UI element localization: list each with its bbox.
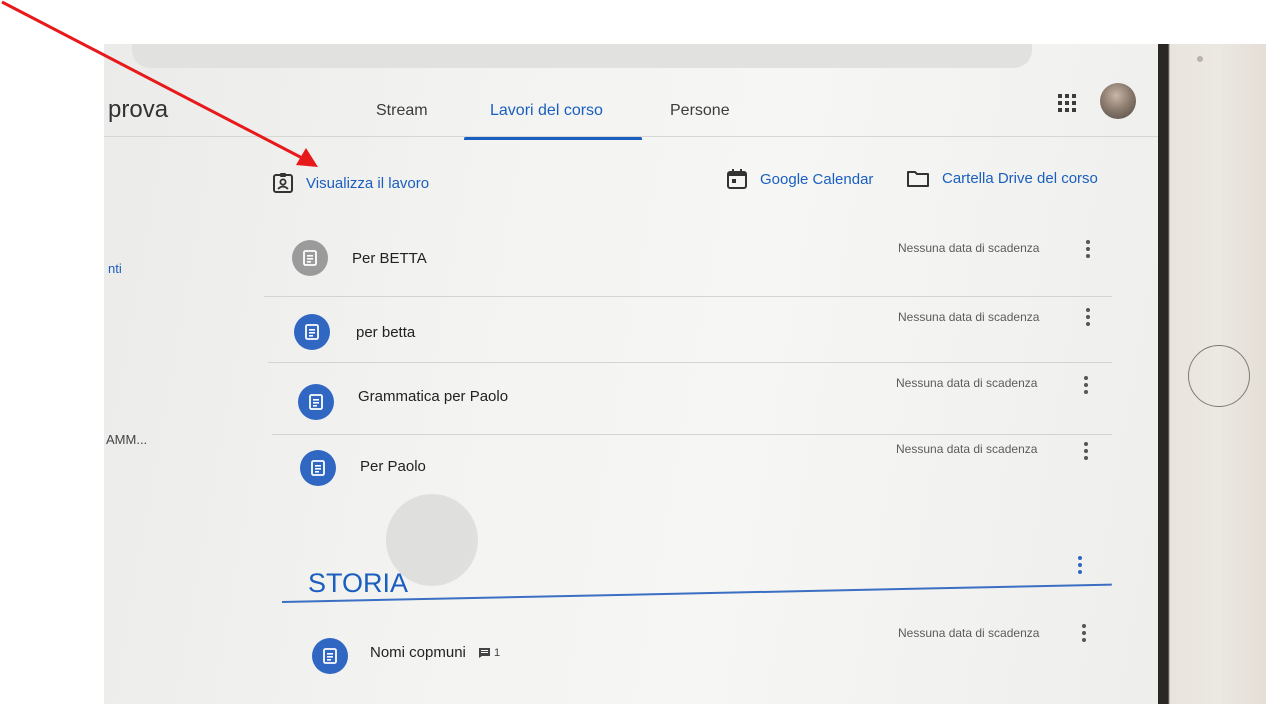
- tab-people[interactable]: Persone: [670, 102, 730, 120]
- assignment-row[interactable]: Nomi copmuni 1 Nessuna data di scadenza: [262, 620, 1112, 680]
- assignment-title: Grammatica per Paolo: [358, 388, 509, 405]
- assignment-row[interactable]: Per Paolo Nessuna data di scadenza: [262, 442, 1112, 498]
- assignment-icon: [312, 638, 348, 674]
- due-date: Nessuna data di scadenza: [896, 442, 1038, 456]
- more-options-icon[interactable]: [1084, 442, 1090, 463]
- sidebar-item-fragment[interactable]: nti: [108, 261, 122, 276]
- topic-title: STORIA: [308, 568, 409, 598]
- google-calendar-link[interactable]: Google Calendar: [726, 168, 873, 190]
- assignment-row[interactable]: per betta Nessuna data di scadenza: [262, 302, 1112, 358]
- assignment-icon: [292, 240, 328, 276]
- more-options-icon[interactable]: [1082, 624, 1088, 645]
- sidebar-item-fragment[interactable]: AMM...: [106, 432, 147, 447]
- device-home-button[interactable]: [1188, 345, 1250, 407]
- more-options-icon[interactable]: [1086, 240, 1092, 261]
- assignment-icon: [298, 384, 334, 420]
- folder-icon: [907, 171, 929, 187]
- comment-count: 1: [478, 647, 500, 659]
- assignment-title: per betta: [356, 324, 416, 341]
- drive-folder-label: Cartella Drive del corso: [942, 169, 1098, 187]
- due-date: Nessuna data di scadenza: [896, 376, 1038, 390]
- more-options-icon[interactable]: [1084, 376, 1090, 397]
- more-options-icon[interactable]: [1086, 308, 1092, 329]
- row-divider: [268, 362, 1112, 363]
- due-date: Nessuna data di scadenza: [898, 310, 1040, 324]
- row-divider: [272, 434, 1112, 435]
- drive-folder-link[interactable]: Cartella Drive del corso: [906, 168, 1098, 188]
- avatar[interactable]: [1100, 83, 1136, 119]
- annotation-arrow-icon: [1, 0, 318, 167]
- due-date: Nessuna data di scadenza: [898, 626, 1040, 640]
- assignment-title: Per BETTA: [352, 250, 427, 267]
- assignment-icon: [294, 314, 330, 350]
- assignment-title-with-comments: Nomi copmuni 1: [370, 644, 500, 661]
- device-camera: [1197, 56, 1203, 62]
- comment-count-value: 1: [494, 647, 501, 660]
- tab-stream[interactable]: Stream: [376, 102, 428, 120]
- row-divider: [264, 296, 1112, 297]
- assignment-row[interactable]: Per BETTA Nessuna data di scadenza: [262, 234, 1112, 290]
- assignment-title: Nomi copmuni: [370, 644, 466, 661]
- tab-classwork[interactable]: Lavori del corso: [490, 102, 603, 120]
- apps-grid-icon[interactable]: [1056, 92, 1078, 114]
- comment-icon: [479, 648, 491, 659]
- topic-options-icon[interactable]: [1078, 556, 1084, 577]
- assignment-icon: [300, 450, 336, 486]
- calendar-icon: [727, 169, 747, 189]
- assignment-title: Per Paolo: [360, 458, 426, 475]
- assignment-row[interactable]: Grammatica per Paolo Nessuna data di sca…: [262, 372, 1112, 428]
- google-calendar-label: Google Calendar: [760, 170, 874, 188]
- due-date: Nessuna data di scadenza: [898, 241, 1040, 255]
